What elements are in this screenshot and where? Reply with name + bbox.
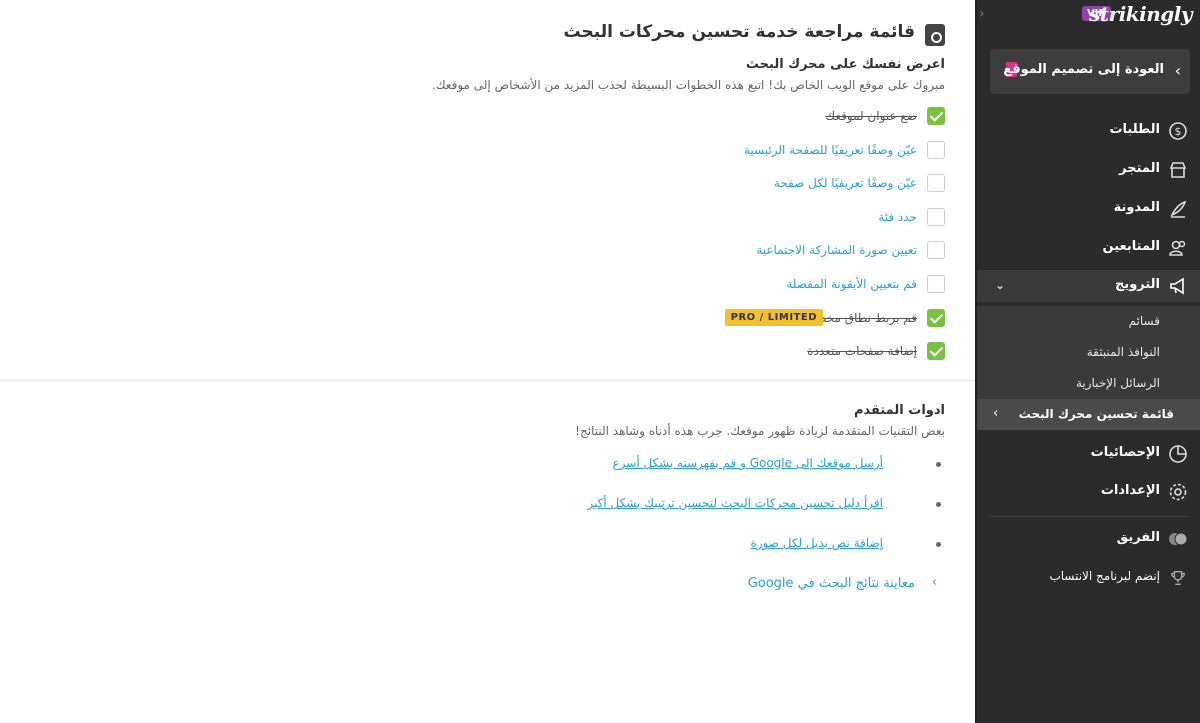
trophy-icon [1168,568,1188,588]
users-icon [1168,238,1188,258]
sidebar-item-followers[interactable]: المتابعين [975,232,1200,264]
seo-checklist-icon [925,24,945,46]
advanced-link-item: إضافة نص بديل لكل صورة [445,534,945,556]
section-subtitle: بعض التقنيات المتقدمة لزيادة ظهور موقعك.… [575,424,945,438]
google-preview-toggle[interactable]: ‹ معاينة نتائج البحث في Google [545,574,945,596]
brand-logo: strikingly [1089,2,1192,26]
checkbox[interactable] [927,141,945,159]
sidebar-item-stats[interactable]: الإحصائيات [975,438,1200,470]
bullet-icon [936,462,941,467]
sidebar-subitem-popups[interactable]: النوافذ المنبثقة [975,337,1200,368]
checkbox-checked[interactable] [927,107,945,125]
section-heading: اعرض نفسك على محرك البحث [745,57,945,72]
bullet-icon [936,542,941,547]
checkbox[interactable] [927,208,945,226]
page-title: قائمة مراجعة خدمة تحسين محركات البحث [563,22,915,42]
checklist-item-multiple-pages: إضافة صفحات متعددة [445,341,945,363]
team-avatars-icon [1168,529,1188,549]
checkbox-checked[interactable] [927,342,945,360]
checklist-item-category: حدد فئة [445,207,945,229]
sidebar-edge [975,0,977,723]
dollar-circle-icon: $ [1168,121,1188,141]
sidebar-subitem-coupons[interactable]: قسائم [975,306,1200,337]
checklist-link[interactable]: تعيين صورة المشاركة الاجتماعية [756,243,917,257]
checklist-item-custom-domain: قم بربط نطاق مخصص PRO / LIMITED [445,308,945,330]
sidebar-item-settings[interactable]: الإعدادات [975,476,1200,508]
sidebar-label: المتابعين [1102,239,1160,254]
sidebar-item-affiliate[interactable]: إنضم لبرنامج الانتساب [975,562,1200,594]
checkbox-checked[interactable] [927,309,945,327]
megaphone-icon [1168,276,1188,296]
advanced-link-item: أرسل موقعك إلى Google و قم بفهرسته بشكل … [445,454,945,476]
sidebar-sublabel: الرسائل الإخبارية [1075,376,1160,390]
pro-limited-badge: PRO / LIMITED [724,309,823,326]
checklist-link[interactable]: عيّن وصفًا تعريفيًا للصفحة الرئيسية [744,143,917,157]
sidebar-label: الإعدادات [1100,483,1160,498]
alt-text-link[interactable]: إضافة نص بديل لكل صورة [750,536,883,550]
seo-guide-link[interactable]: اقرأ دليل تحسين محركات البحث لتحسين ترتي… [587,496,883,510]
sidebar-sublabel: قائمة تحسين محرك البحث [1018,407,1174,421]
back-to-editor-button[interactable]: العودة إلى تصميم الموقع ‹ [990,49,1190,94]
bullet-icon [936,502,941,507]
chevron-left-icon: ‹ [993,406,999,421]
sidebar-label: الترويج [1114,277,1160,292]
sidebar-item-promotion[interactable]: الترويج ⌄ [975,270,1200,302]
checklist-item-homepage-description: عيّن وصفًا تعريفيًا للصفحة الرئيسية [445,140,945,162]
section-divider [0,380,975,381]
back-button-label: العودة إلى تصميم الموقع [1003,62,1164,77]
checklist-link[interactable]: قم بتعيين الأيقونة المفضلة [786,277,917,291]
sidebar-sublabel: قسائم [1128,314,1160,328]
submit-to-google-link[interactable]: أرسل موقعك إلى Google و قم بفهرسته بشكل … [612,456,883,470]
chevron-down-icon: ⌄ [995,278,1006,292]
sidebar-subitem-seo-checklist[interactable]: قائمة تحسين محرك البحث ‹ [975,399,1200,430]
checkbox[interactable] [927,174,945,192]
logo-row: › VIP strikingly [975,0,1200,30]
checklist-label: إضافة صفحات متعددة [807,344,917,358]
sidebar-subitem-newsletters[interactable]: الرسائل الإخبارية [975,368,1200,399]
checkbox[interactable] [927,241,945,259]
checklist-item-page-description: عيّن وصفًا تعريفيًا لكل صفحة [445,173,945,195]
feather-icon [1168,199,1188,219]
checklist-item-social-image: تعيين صورة المشاركة الاجتماعية [445,240,945,262]
sidebar-label: المتجر [1119,161,1160,176]
gear-icon [1168,482,1188,502]
collapse-sidebar-icon[interactable]: › [979,6,985,22]
sidebar-label: إنضم لبرنامج الانتساب [1049,569,1160,583]
advanced-link-item: اقرأ دليل تحسين محركات البحث لتحسين ترتي… [445,494,945,516]
checklist-link[interactable]: عيّن وصفًا تعريفيًا لكل صفحة [774,176,917,190]
sidebar-label: الإحصائيات [1090,445,1160,460]
sidebar-divider [989,516,1189,517]
checklist-link[interactable]: حدد فئة [878,210,917,224]
google-preview-label: معاينة نتائج البحث في Google [747,576,915,591]
section-heading: ادوات المتقدم [853,403,945,418]
sidebar-item-blog[interactable]: المدونة [975,193,1200,225]
sidebar-item-team[interactable]: الفريق [975,523,1200,555]
pie-chart-icon [1168,444,1188,464]
sidebar: › VIP strikingly العودة إلى تصميم الموقع… [975,0,1200,723]
chevron-left-icon: ‹ [1174,61,1181,80]
sidebar-label: الطلبات [1109,122,1160,137]
sidebar-label: المدونة [1113,200,1160,215]
checklist-label: ضع عنوان لموقعك [825,109,917,123]
main-content: قائمة مراجعة خدمة تحسين محركات البحث اعر… [0,0,975,723]
checkbox[interactable] [927,275,945,293]
checklist-item-favicon: قم بتعيين الأيقونة المفضلة [445,274,945,296]
store-icon [1168,160,1188,180]
sidebar-item-store[interactable]: المتجر [975,154,1200,186]
chevron-left-icon: ‹ [931,575,937,590]
sidebar-item-orders[interactable]: $ الطلبات [975,115,1200,147]
section-subtitle: مبروك على موقع الويب الخاص بك! اتبع هذه … [431,78,945,92]
svg-text:$: $ [1175,125,1182,138]
sidebar-label: الفريق [1116,530,1160,545]
sidebar-sublabel: النوافذ المنبثقة [1086,345,1160,359]
checklist-item-site-title: ضع عنوان لموقعك [445,106,945,128]
